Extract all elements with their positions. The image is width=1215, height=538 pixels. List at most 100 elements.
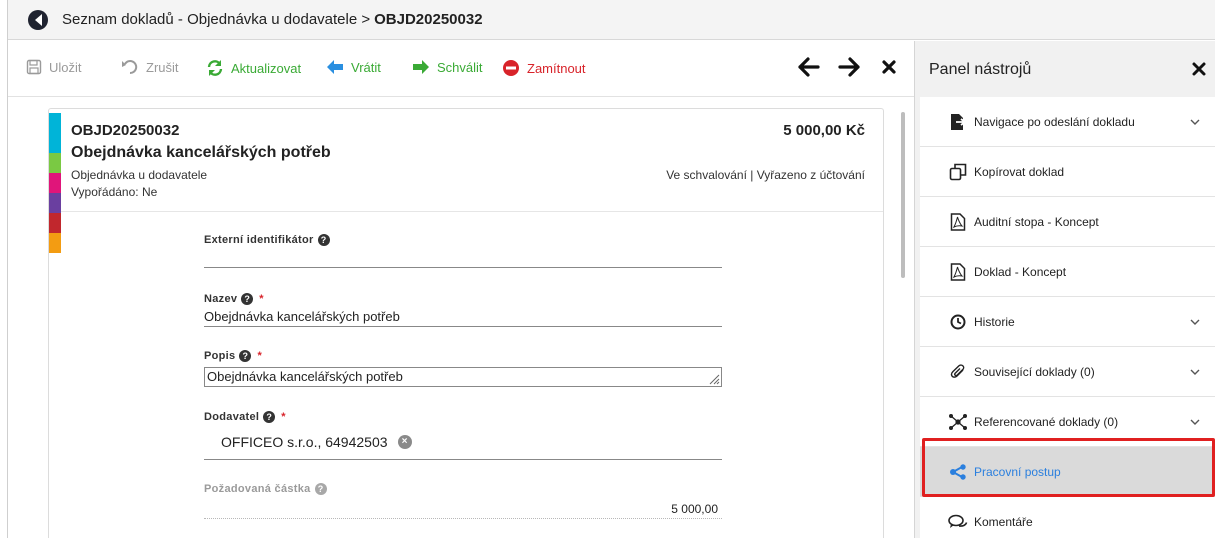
help-icon[interactable]: ? [263,411,276,423]
panel-item-label: Doklad - Koncept [974,264,1067,279]
document-card: OBJD20250032 5 000,00 Kč Obejdnávka kanc… [48,108,884,538]
clock-icon [946,312,970,332]
description-field: Popis ? * Obejdnávka kancelářských potře… [204,350,722,387]
panel-item-history[interactable]: Historie [920,297,1215,347]
document-title: Obejdnávka kancelářských potřeb [71,144,331,161]
minus-circle-icon [503,60,519,76]
content-scrollbar[interactable] [901,112,905,278]
refresh-button[interactable]: Aktualizovat [206,59,301,77]
requested-amount-value: 5 000,00 [204,495,722,519]
document-settled-status: Vypořádáno: Ne [71,185,158,199]
refresh-label: Aktualizovat [231,60,302,76]
vendor-label-text: Dodavatel [204,411,260,423]
external-id-input[interactable] [204,246,722,268]
panel-item-label: Historie [974,314,1015,329]
panel-item-label: Auditní stopa - Koncept [974,214,1099,229]
resize-grip-icon[interactable] [708,373,720,385]
name-field: Nazev ? * Obejdnávka kancelářských potře… [204,293,722,327]
document-number: OBJD20250032 [71,122,180,139]
panel-item-related-documents[interactable]: Související doklady (0) [920,347,1215,397]
description-textarea[interactable]: Obejdnávka kancelářských potřeb [204,367,722,387]
document-approval-status: Ve schvalování | Vyřazeno z účtování [666,168,865,182]
app-logo-icon [28,9,48,30]
window-left-edge [0,0,8,538]
approve-label: Schválit [437,59,483,75]
external-id-label-text: Externí identifikátor [204,234,314,246]
help-icon[interactable]: ? [241,293,254,305]
status-color-stripes [49,113,61,253]
close-panel-icon[interactable] [1191,61,1207,77]
stripe-green [49,153,61,173]
help-icon[interactable]: ? [314,483,327,495]
description-label: Popis ? * [204,350,722,362]
name-label-text: Nazev [204,293,238,305]
refresh-icon [207,60,223,76]
cancel-label: Zrušit [146,59,179,75]
panel-title: Panel nástrojů [929,61,1032,78]
pdf-icon [946,262,970,282]
document-amount: 5 000,00 Kč [783,122,865,139]
panel-item-post-send-navigation[interactable]: Navigace po odeslání dokladu [920,97,1215,147]
clear-vendor-icon[interactable]: × [397,435,412,449]
breadcrumb-current-document: OBJD20250032 [374,11,483,28]
vendor-label: Dodavatel ? * [204,411,722,423]
required-marker: * [281,411,286,423]
panel-item-label: Navigace po odeslání dokladu [974,114,1135,129]
panel-item-label: Kopírovat doklad [974,164,1065,179]
save-icon [26,59,42,75]
panel-item-audit-trail-draft[interactable]: Auditní stopa - Koncept [920,197,1215,247]
breadcrumb-path[interactable]: Seznam dokladů - Objednávka u dodavatele… [62,11,370,28]
stripe-cyan-2 [49,133,61,153]
panel-item-label: Související doklady (0) [974,364,1095,379]
title-bar: Seznam dokladů - Objednávka u dodavatele… [8,0,1215,40]
description-label-text: Popis [204,350,236,362]
vendor-input[interactable]: OFFICEO s.r.o., 64942503 × [204,431,722,460]
document-toolbar: Uložit Zrušit Aktualizovat Vrátit Schvál… [8,41,914,97]
requested-amount-field: Požadovaná částka ? 5 000,00 [204,483,722,519]
chevron-down-icon [1190,369,1200,375]
panel-item-document-draft[interactable]: Doklad - Koncept [920,247,1215,297]
help-icon[interactable]: ? [239,350,252,362]
cancel-button[interactable]: Zrušit [121,59,179,75]
vendor-value: OFFICEO s.r.o., 64942503 [221,434,388,450]
external-id-label: Externí identifikátor ? [204,234,722,246]
next-document-icon[interactable] [838,56,860,78]
chevron-down-icon [1190,419,1200,425]
required-marker: * [259,293,264,305]
help-icon[interactable]: ? [317,234,330,246]
stripe-cyan [49,113,61,133]
stripe-red [49,213,61,233]
external-id-field: Externí identifikátor ? [204,234,722,268]
description-text: Obejdnávka kancelářských potřeb [207,369,403,384]
close-document-icon[interactable] [878,56,900,78]
paperclip-icon [946,362,970,382]
undo-icon [122,60,138,75]
approve-button[interactable]: Schválit [412,59,483,75]
panel-item-comments[interactable]: Komentáře [920,497,1215,538]
stripe-orange [49,233,61,253]
chevron-down-icon [1190,319,1200,325]
workflow-highlight-annotation [922,438,1215,497]
stripe-purple [49,193,61,213]
copy-icon [946,162,970,182]
name-label: Nazev ? * [204,293,722,305]
reject-button[interactable]: Zamítnout [502,59,586,77]
comments-icon [946,512,970,532]
header-divider [61,211,883,212]
reject-label: Zamítnout [527,60,586,76]
vendor-field: Dodavatel ? * OFFICEO s.r.o., 64942503 × [204,411,722,460]
return-button[interactable]: Vrátit [326,59,381,75]
send-document-icon [946,112,970,132]
arrow-right-icon [413,60,429,74]
chevron-down-icon [1190,119,1200,125]
requested-amount-label-text: Požadovaná částka [204,483,311,495]
previous-document-icon[interactable] [798,56,820,78]
network-icon [946,412,970,432]
save-button[interactable]: Uložit [26,59,82,75]
panel-item-copy-document[interactable]: Kopírovat doklad [920,147,1215,197]
name-input[interactable]: Obejdnávka kancelářských potřeb [204,305,722,327]
requested-amount-label: Požadovaná částka ? [204,483,722,495]
panel-item-label: Referencované doklady (0) [974,414,1119,429]
return-label: Vrátit [351,59,381,75]
panel-item-label: Komentáře [974,514,1033,529]
